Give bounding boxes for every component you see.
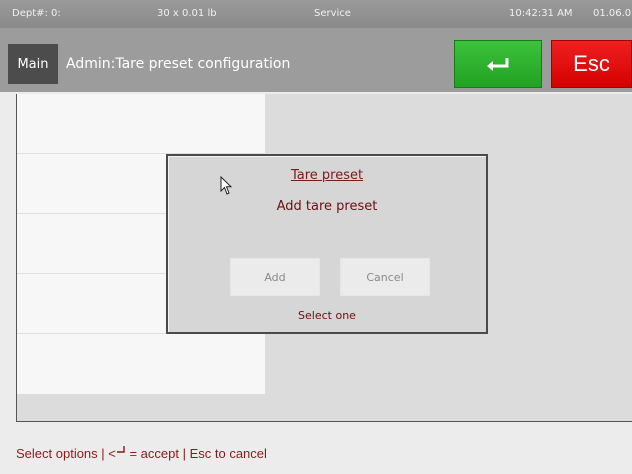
help-suffix: = accept | Esc to cancel [125,446,267,461]
help-prefix: Select options | < [16,446,116,461]
return-icon [116,446,125,453]
main-button[interactable]: Main [8,44,58,84]
dept-status: Dept#: 0: [12,8,61,19]
weight-status: 30 x 0.01 lb [157,8,217,19]
accept-button[interactable] [454,40,542,88]
dialog-message: Add tare preset [276,199,378,214]
title-bar: Main Admin:Tare preset configuration Esc [0,28,632,92]
list-item[interactable] [17,334,265,393]
status-bar: Dept#: 0: 30 x 0.01 lb Service 10:42:31 … [0,0,632,28]
help-text: Select options | < = accept | Esc to can… [16,446,267,461]
add-button[interactable]: Add [230,258,320,296]
list-item[interactable] [17,94,265,154]
clock: 10:42:31 AM [509,8,573,19]
tare-preset-dialog: Tare preset Add tare preset Add Cancel S… [166,154,488,334]
esc-button[interactable]: Esc [551,40,632,88]
mouse-pointer-icon [220,176,233,195]
dialog-hint: Select one [298,309,356,322]
page-title: Admin:Tare preset configuration [66,56,291,72]
cancel-button[interactable]: Cancel [340,258,430,296]
enter-return-icon [487,58,509,71]
mode-status: Service [314,8,351,19]
dialog-title: Tare preset [290,168,364,183]
version-label: 01.06.0 [593,8,632,19]
